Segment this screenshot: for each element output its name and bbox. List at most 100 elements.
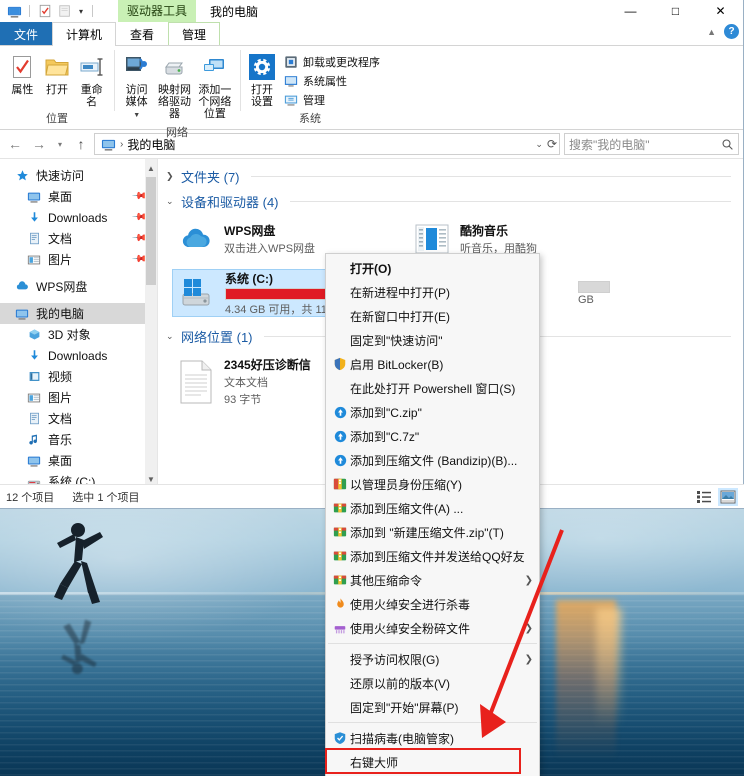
- group-header-folders[interactable]: ❯ 文件夹 (7): [158, 165, 743, 188]
- nav-item-desktop[interactable]: 桌面 📌: [0, 186, 157, 207]
- search-placeholder: 搜索"我的电脑": [569, 136, 650, 153]
- menu-item-add-to-archive-and-send-qq[interactable]: 添加到压缩文件并发送给QQ好友: [326, 544, 539, 568]
- search-icon[interactable]: [721, 138, 734, 151]
- menu-item-right-click-master[interactable]: 右键大师: [326, 750, 539, 774]
- menu-item-pin-to-start[interactable]: 固定到"开始"屏幕(P): [326, 695, 539, 719]
- nav-item-quick-access[interactable]: 快速访问: [0, 165, 157, 186]
- menu-item-restore-previous-versions[interactable]: 还原以前的版本(V): [326, 671, 539, 695]
- forward-arrow-icon[interactable]: →: [28, 133, 50, 155]
- nav-label: 快速访问: [36, 167, 84, 184]
- title-bar: ▾ 驱动器工具 我的电脑 — □ ✕: [0, 0, 743, 22]
- ribbon-button-system-properties[interactable]: 系统属性: [280, 72, 383, 90]
- group-rule: [251, 176, 731, 177]
- pictures-icon: [26, 252, 42, 268]
- context-menu[interactable]: 打开(O) 在新进程中打开(P) 在新窗口中打开(E) 固定到"快速访问" 启用…: [325, 253, 540, 776]
- properties-icon[interactable]: [37, 3, 53, 19]
- menu-item-open-new-process[interactable]: 在新进程中打开(P): [326, 280, 539, 304]
- new-folder-icon[interactable]: [57, 3, 73, 19]
- menu-item-enable-bitlocker[interactable]: 启用 BitLocker(B): [326, 352, 539, 376]
- tab-file[interactable]: 文件: [0, 22, 52, 46]
- menu-item-scan-virus[interactable]: 扫描病毒(电脑管家): [326, 726, 539, 750]
- computer-icon: [14, 306, 30, 322]
- back-arrow-icon[interactable]: ←: [4, 133, 26, 155]
- nav-item-videos[interactable]: 视频: [0, 366, 157, 387]
- menu-item-add-to-c-zip[interactable]: 添加到"C.zip": [326, 400, 539, 424]
- nav-item-documents[interactable]: 文档 📌: [0, 228, 157, 249]
- scrollbar-thumb[interactable]: [146, 177, 156, 285]
- nav-item-music[interactable]: 音乐: [0, 429, 157, 450]
- view-mode-buttons: [694, 488, 738, 506]
- menu-icon-placeholder: [330, 260, 350, 276]
- ribbon-label-add-network-location: 添加一个网络位置: [197, 84, 233, 120]
- quick-access-toolbar[interactable]: ▾: [0, 0, 96, 22]
- menu-item-huorong-scan[interactable]: 使用火绰安全进行杀毒: [326, 592, 539, 616]
- tab-computer[interactable]: 计算机: [52, 22, 116, 46]
- help-icon[interactable]: ?: [724, 24, 739, 39]
- chevron-down-icon[interactable]: ⌄: [166, 331, 176, 342]
- menu-item-add-to-new-archive-zip[interactable]: 添加到 "新建压缩文件.zip"(T): [326, 520, 539, 544]
- group-label: 设备和驱动器 (4): [181, 192, 279, 211]
- ribbon-button-manage[interactable]: 管理: [280, 91, 383, 109]
- menu-separator: [328, 722, 537, 723]
- nav-item-desktop-2[interactable]: 桌面: [0, 450, 157, 471]
- menu-label: 在此处打开 Powershell 窗口(S): [350, 380, 533, 397]
- nav-label: 图片: [48, 251, 72, 268]
- recent-locations-icon[interactable]: ▾: [52, 133, 68, 155]
- chevron-up-icon[interactable]: ▲: [707, 27, 716, 37]
- scroll-up-arrow-icon[interactable]: ▲: [145, 161, 157, 175]
- large-icons-view-button[interactable]: [718, 488, 738, 506]
- videos-icon: [26, 369, 42, 385]
- menu-item-other-compress-commands[interactable]: 其他压缩命令 ❯: [326, 568, 539, 592]
- menu-item-add-to-archive-bandizip[interactable]: 添加到压缩文件 (Bandizip)(B)...: [326, 448, 539, 472]
- nav-item-documents-2[interactable]: 文档: [0, 408, 157, 429]
- up-arrow-icon[interactable]: ↑: [70, 133, 92, 155]
- nav-item-3d-objects[interactable]: 3D 对象: [0, 324, 157, 345]
- menu-item-open-new-window[interactable]: 在新窗口中打开(E): [326, 304, 539, 328]
- chevron-down-icon[interactable]: ⌄: [535, 139, 543, 150]
- ribbon-label-open-settings: 打开设置: [247, 84, 277, 108]
- menu-item-pin-to-quick-access[interactable]: 固定到"快速访问": [326, 328, 539, 352]
- ribbon-label-rename: 重命名: [76, 84, 107, 108]
- menu-item-grant-access[interactable]: 授予访问权限(G) ❯: [326, 647, 539, 671]
- disk-usage-fill-2: [579, 282, 609, 292]
- nav-item-my-computer[interactable]: 我的电脑: [0, 303, 157, 324]
- group-header-devices[interactable]: ⌄ 设备和驱动器 (4): [158, 190, 743, 213]
- tab-view[interactable]: 查看: [116, 22, 168, 46]
- menu-item-add-to-archive[interactable]: 添加到压缩文件(A) ...: [326, 496, 539, 520]
- nav-item-pictures[interactable]: 图片 📌: [0, 249, 157, 270]
- ribbon-button-add-network-location[interactable]: 添加一个网络位置: [196, 50, 234, 122]
- details-view-button[interactable]: [694, 488, 714, 506]
- menu-label: 授予访问权限(G): [350, 651, 519, 668]
- ribbon-button-rename[interactable]: 重命名: [75, 50, 108, 110]
- status-selection: 选中 1 个项目: [72, 489, 139, 505]
- chevron-down-icon[interactable]: ▼: [133, 110, 140, 122]
- refresh-icon[interactable]: ⟳: [547, 137, 557, 151]
- minimize-button[interactable]: —: [608, 0, 653, 22]
- nav-item-downloads-2[interactable]: Downloads: [0, 345, 157, 366]
- menu-item-compress-as-admin[interactable]: 以管理员身份压缩(Y): [326, 472, 539, 496]
- tab-manage[interactable]: 管理: [168, 22, 220, 46]
- nav-item-pictures-2[interactable]: 图片: [0, 387, 157, 408]
- ribbon-button-access-media[interactable]: 访问媒体 ▼: [120, 50, 153, 124]
- device-sub: 双击进入WPS网盘: [224, 240, 315, 256]
- menu-item-open[interactable]: 打开(O): [326, 256, 539, 280]
- maximize-button[interactable]: □: [653, 0, 698, 22]
- nav-item-downloads[interactable]: Downloads 📌: [0, 207, 157, 228]
- chevron-right-icon[interactable]: ❯: [166, 171, 176, 182]
- ribbon-button-properties[interactable]: 属性: [6, 50, 39, 98]
- ribbon-button-uninstall-program[interactable]: 卸载或更改程序: [280, 53, 383, 71]
- search-input[interactable]: 搜索"我的电脑": [564, 133, 739, 155]
- menu-item-huorong-shred[interactable]: 使用火绰安全粉碎文件 ❯: [326, 616, 539, 640]
- chevron-down-icon[interactable]: ⌄: [166, 196, 176, 207]
- menu-item-open-powershell[interactable]: 在此处打开 Powershell 窗口(S): [326, 376, 539, 400]
- close-button[interactable]: ✕: [698, 0, 743, 22]
- ribbon-button-open-settings[interactable]: 打开设置: [246, 50, 278, 110]
- customize-quick-access-caret[interactable]: ▾: [77, 7, 85, 16]
- haozip-icon: [330, 572, 350, 588]
- nav-item-wps-cloud[interactable]: WPS网盘: [0, 276, 157, 297]
- navigation-scrollbar[interactable]: ▲ ▼: [145, 159, 157, 488]
- ribbon-button-open[interactable]: 打开: [41, 50, 74, 98]
- ribbon-button-map-network-drive[interactable]: 映射网络驱动器: [155, 50, 193, 122]
- computer-icon[interactable]: [6, 3, 22, 19]
- menu-item-add-to-c-7z[interactable]: 添加到"C.7z": [326, 424, 539, 448]
